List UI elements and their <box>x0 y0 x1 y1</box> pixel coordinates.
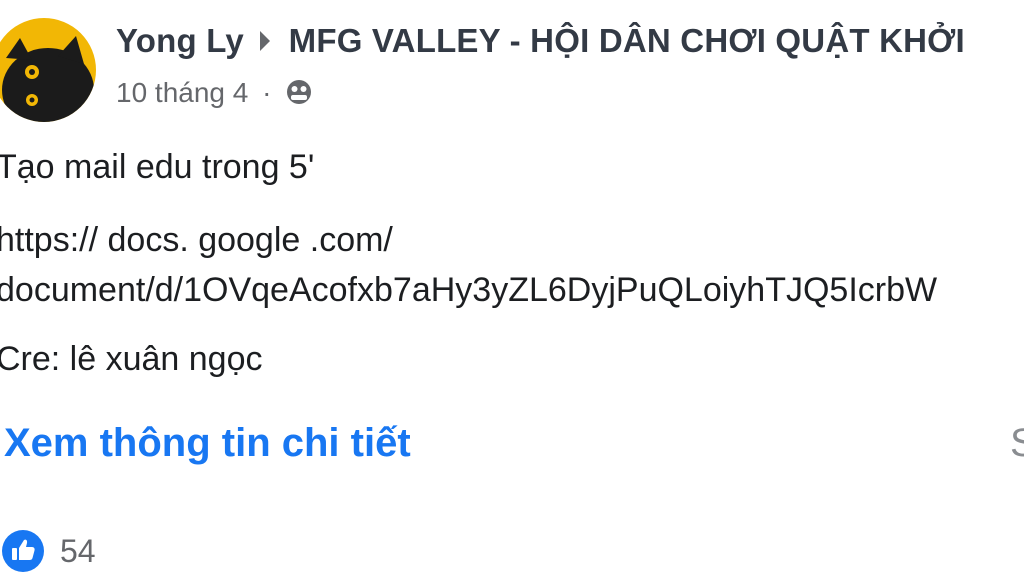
post-header-title: Yong Ly MFG VALLEY - HỘI DÂN CHƠI QUẬT K… <box>116 22 965 60</box>
triangle-right-icon <box>260 31 271 52</box>
post-link-line[interactable]: document/d/1OVqeAcofxb7aHy3yZL6DyjPuQLoi… <box>0 271 937 310</box>
post-link-line[interactable]: https:// docs. google .com/ <box>0 221 393 260</box>
see-more-button[interactable]: Xem thông tin chi tiết <box>4 421 411 466</box>
post-meta: 10 tháng 4 · <box>116 77 313 111</box>
post-text-line: Cre: lê xuân ngọc <box>0 340 263 378</box>
like-reaction-icon[interactable] <box>2 530 44 572</box>
post-date-link[interactable]: 10 tháng 4 <box>116 77 248 108</box>
group-privacy-icon <box>287 80 312 105</box>
reaction-count[interactable]: 54 <box>60 533 96 570</box>
author-avatar[interactable] <box>0 18 96 122</box>
group-name-link[interactable]: MFG VALLEY - HỘI DÂN CHƠI QUẬT KHỞI <box>289 22 965 59</box>
author-name-link[interactable]: Yong Ly <box>116 22 244 59</box>
truncated-action-text[interactable]: S <box>1010 421 1024 466</box>
facebook-post: Yong Ly MFG VALLEY - HỘI DÂN CHƠI QUẬT K… <box>0 0 1024 576</box>
post-text-line: Tạo mail edu trong 5' <box>0 148 315 186</box>
black-cat-icon <box>2 36 94 122</box>
separator-dot: · <box>262 77 272 108</box>
thumbs-up-icon <box>12 539 35 560</box>
